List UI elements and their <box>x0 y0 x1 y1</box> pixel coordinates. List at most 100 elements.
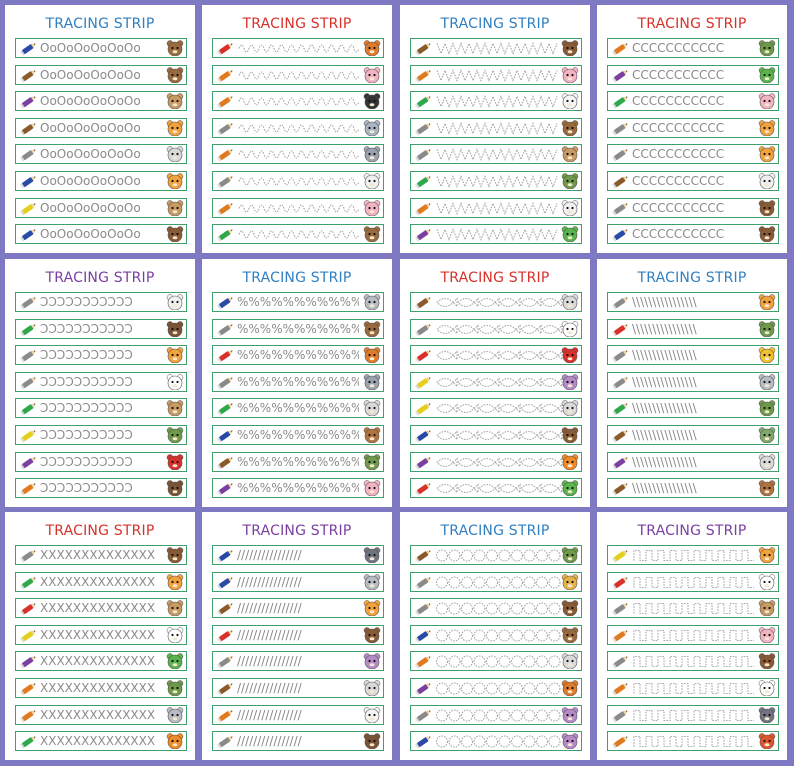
koala-icon <box>166 707 184 723</box>
wolf-icon <box>363 374 381 390</box>
fox-icon <box>561 680 579 696</box>
hippo-icon <box>561 733 579 749</box>
worksheet-card: TRACING STRIP //////////////// ///////////… <box>202 512 392 760</box>
tracing-glyphs: \\\\\\\\\\\\\\\\ <box>632 322 697 336</box>
tracing-glyphs: \\\\\\\\\\\\\\\\ <box>632 481 697 495</box>
card-title: TRACING STRIP <box>242 270 352 286</box>
cat-icon <box>758 547 776 563</box>
cow-icon <box>758 454 776 470</box>
pencil-icon <box>20 96 36 109</box>
strip-art <box>415 400 579 416</box>
tracing-glyphs: //////////////// <box>237 601 302 615</box>
tracing-glyphs: OoOoOoOoOoOo <box>40 121 141 135</box>
pencil-icon <box>415 403 431 416</box>
strip-art <box>415 733 579 749</box>
tracing-line <box>435 735 561 748</box>
tracing-strip: %%%%%%%%%%% <box>212 398 384 418</box>
tracing-glyphs: ↃↃↃↃↃↃↃↃↃↃↃ <box>40 428 133 442</box>
rabbit-icon <box>561 200 579 216</box>
monkey-icon <box>363 627 381 643</box>
worksheet-card: TRACING STRIP <box>597 512 787 760</box>
pencil-icon <box>415 176 431 189</box>
tracing-strip: XXXXXXXXXXXXXX <box>15 625 187 645</box>
cat-icon <box>166 120 184 136</box>
tracing-line <box>436 228 558 241</box>
pencil-icon <box>217 350 233 363</box>
tracing-line <box>633 576 754 589</box>
tracing-strip: //////////////// <box>212 598 384 618</box>
panda-icon <box>758 680 776 696</box>
cat-icon <box>758 294 776 310</box>
tracing-glyphs: CCCCCCCCCCC <box>632 147 725 161</box>
horse-icon <box>166 321 184 337</box>
tracing-glyphs: %%%%%%%%%%% <box>237 428 359 442</box>
owl-icon <box>758 321 776 337</box>
tracing-line <box>436 483 563 494</box>
tracing-strip: XXXXXXXXXXXXXX <box>15 572 187 592</box>
tracing-strip <box>607 705 779 725</box>
tracing-strip: XXXXXXXXXXXXXX <box>15 545 187 565</box>
owl-icon <box>561 547 579 563</box>
tracing-strip <box>410 198 582 218</box>
tracing-strip: XXXXXXXXXXXXXX <box>15 705 187 725</box>
pencil-icon <box>20 203 36 216</box>
tracing-glyphs: XXXXXXXXXXXXXX <box>40 708 156 722</box>
tracing-strip: %%%%%%%%%%% <box>212 319 384 339</box>
tracing-strip: //////////////// <box>212 678 384 698</box>
pencil-icon <box>217 403 233 416</box>
pencil-icon <box>20 149 36 162</box>
hippo-icon <box>363 653 381 669</box>
tracing-strip: XXXXXXXXXXXXXX <box>15 651 187 671</box>
tracing-strip: ↃↃↃↃↃↃↃↃↃↃↃ <box>15 372 187 392</box>
frog-icon <box>166 653 184 669</box>
bear-icon <box>166 40 184 56</box>
tracing-glyphs: //////////////// <box>237 708 302 722</box>
sheep-icon <box>561 93 579 109</box>
tiger-icon <box>166 733 184 749</box>
pencil-icon <box>217 229 233 242</box>
pencil-icon <box>612 403 628 416</box>
pencil-icon <box>217 550 233 563</box>
tracing-strip <box>410 572 582 592</box>
worksheet-grid: TRACING STRIP OoOoOoOoOoOo OoOoOoOoOoOo OoO… <box>0 0 794 766</box>
worksheet-card: TRACING STRIP <box>400 5 590 253</box>
chicken-icon <box>561 321 579 337</box>
tracing-strip: \\\\\\\\\\\\\\\\ <box>607 452 779 472</box>
tracing-line <box>238 124 360 133</box>
worksheet-card: TRACING STRIP OoOoOoOoOoOo OoOoOoOoOoOo OoO… <box>5 5 195 253</box>
tracing-strip: ↃↃↃↃↃↃↃↃↃↃↃ <box>15 345 187 365</box>
tracing-line <box>436 430 563 441</box>
strip-art <box>415 707 579 723</box>
card-title: TRACING STRIP <box>242 523 352 539</box>
pencil-icon <box>415 229 431 242</box>
tracing-glyphs: //////////////// <box>237 628 302 642</box>
card-title: TRACING STRIP <box>637 270 747 286</box>
tracing-glyphs: \\\\\\\\\\\\\\\\ <box>632 455 697 469</box>
tracing-line <box>436 297 563 308</box>
tracing-glyphs: //////////////// <box>237 654 302 668</box>
tracing-glyphs: //////////////// <box>237 575 302 589</box>
tracing-strip <box>410 345 582 365</box>
raccoon-icon <box>363 547 381 563</box>
tracing-glyphs: ↃↃↃↃↃↃↃↃↃↃↃ <box>40 322 133 336</box>
bird-icon <box>561 347 579 363</box>
owl-icon <box>758 400 776 416</box>
worksheet-card: TRACING STRIP \\\\\\\\\\\\\\\\ \\\\\\\\\\\… <box>597 259 787 507</box>
tracing-strip: OoOoOoOoOoOo <box>15 224 187 244</box>
tracing-strip: CCCCCCCCCCC <box>607 38 779 58</box>
pencil-icon <box>415 483 431 496</box>
cat-icon <box>166 173 184 189</box>
pencil-icon <box>217 377 233 390</box>
pencil-icon <box>612 603 628 616</box>
tracing-glyphs: %%%%%%%%%%% <box>237 295 359 309</box>
pencil-icon <box>612 430 628 443</box>
strip-art <box>415 67 579 83</box>
tracing-strip <box>607 678 779 698</box>
pencil-icon <box>20 577 36 590</box>
tracing-strip <box>607 572 779 592</box>
tracing-strip <box>410 452 582 472</box>
tracing-strip: %%%%%%%%%%% <box>212 372 384 392</box>
strip-art <box>415 374 579 390</box>
tracing-strip: ↃↃↃↃↃↃↃↃↃↃↃ <box>15 425 187 445</box>
tracing-glyphs: %%%%%%%%%%% <box>237 375 359 389</box>
